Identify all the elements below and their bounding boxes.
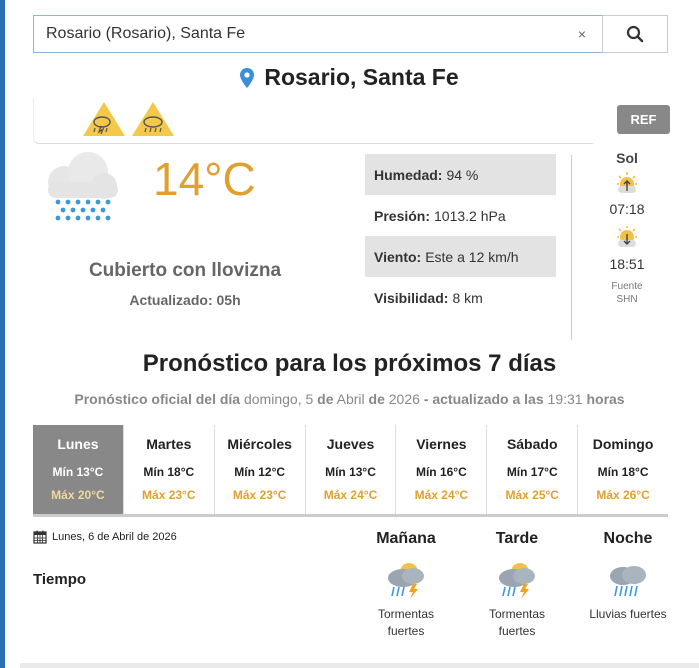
day-name: Miércoles bbox=[227, 436, 292, 452]
day-tab-sabado[interactable]: Sábado Mín 17°C Máx 25°C bbox=[487, 425, 579, 514]
stat-value: 8 km bbox=[452, 289, 483, 306]
day-tab-martes[interactable]: Martes Mín 18°C Máx 23°C bbox=[124, 425, 215, 514]
forecast-sub-hours: horas bbox=[586, 391, 625, 407]
stat-label: Visibilidad: bbox=[374, 289, 449, 306]
period-name: Tarde bbox=[495, 530, 539, 547]
search-icon bbox=[626, 25, 644, 43]
current-temperature: 14°C bbox=[153, 153, 256, 205]
day-min: Mín 17°C bbox=[506, 465, 558, 479]
day-name: Viernes bbox=[416, 436, 467, 452]
day-max: Máx 24°C bbox=[414, 488, 469, 502]
forecast-sub-updated: - actualizado a las bbox=[423, 391, 544, 407]
period-desc: fuertes bbox=[387, 624, 425, 638]
search-button[interactable] bbox=[602, 15, 668, 53]
ref-button[interactable]: REF bbox=[617, 105, 670, 134]
day-max: Máx 23°C bbox=[142, 488, 196, 502]
sunrise-time: 07:18 bbox=[609, 201, 645, 217]
day-name: Lunes bbox=[57, 436, 99, 452]
map-pin-icon bbox=[240, 67, 255, 88]
forecast-title: Pronóstico para los próximos 7 días bbox=[142, 350, 557, 377]
forecast-sub-year: 2026 bbox=[388, 391, 420, 407]
forecast-subtitle: Pronóstico oficial del día domingo, 5 de… bbox=[0, 391, 699, 407]
period-noche: Noche Lluvias fuertes bbox=[583, 530, 673, 623]
forecast-sub-de: de bbox=[317, 391, 334, 407]
day-max: Máx 23°C bbox=[232, 488, 287, 502]
left-edge-strip bbox=[0, 0, 5, 668]
bottom-band bbox=[20, 663, 699, 668]
period-tarde: Tarde Tormentas fuertes bbox=[472, 530, 562, 640]
day-name: Jueves bbox=[326, 436, 375, 452]
calendar-icon bbox=[33, 530, 47, 544]
vertical-divider bbox=[571, 155, 572, 340]
day-name: Sábado bbox=[506, 436, 558, 452]
stat-label: Presión: bbox=[374, 207, 431, 224]
day-max: Máx 24°C bbox=[323, 488, 378, 502]
alerts-bar bbox=[33, 98, 593, 144]
detail-date-text: Lunes, 6 de Abril de 2026 bbox=[52, 531, 177, 543]
storm-cloud-icon bbox=[388, 563, 424, 599]
period-desc: Tormentas bbox=[377, 607, 435, 621]
forecast-sub-de: de bbox=[368, 391, 385, 407]
stat-label: Viento: bbox=[374, 248, 422, 265]
day-min: Mín 18°C bbox=[143, 465, 195, 479]
forecast-sub-weekday: domingo, 5 bbox=[243, 391, 314, 407]
period-name: Mañana bbox=[376, 530, 436, 547]
day-min: Mín 18°C bbox=[597, 465, 649, 479]
stat-visibility: Visibilidad: 8 km bbox=[365, 277, 556, 318]
rain-alert-icon[interactable] bbox=[130, 100, 176, 138]
storm-alert-icon[interactable] bbox=[81, 100, 127, 138]
day-name: Martes bbox=[146, 436, 192, 452]
forecast-sub-time: 19:31 bbox=[547, 391, 583, 407]
sunrise-icon bbox=[617, 172, 637, 193]
stats-table: Humedad: 94 % Presión: 1013.2 hPa Viento: E… bbox=[365, 154, 556, 318]
sunset-icon bbox=[617, 226, 637, 247]
period-desc: Tormentas bbox=[488, 607, 546, 621]
stat-value: 1013.2 hPa bbox=[434, 207, 506, 224]
day-max: Máx 25°C bbox=[505, 488, 559, 502]
source-label: Fuente bbox=[611, 281, 643, 292]
sun-panel: Sol 07:18 18:51 Fuente SHN bbox=[596, 150, 658, 306]
day-tab-domingo[interactable]: Domingo Mín 18°C Máx 26°C bbox=[578, 425, 668, 514]
stat-value: Este a 12 km/h bbox=[425, 248, 519, 265]
clear-icon[interactable]: × bbox=[574, 26, 590, 42]
location-title: Rosario, Santa Fe bbox=[264, 64, 459, 90]
period-desc: Lluvias fuertes bbox=[589, 607, 667, 621]
day-min: Mín 13°C bbox=[325, 465, 376, 479]
forecast-sub-prefix: Pronóstico oficial del día bbox=[74, 391, 241, 407]
source-value: SHN bbox=[616, 294, 638, 305]
heavy-rain-cloud-icon bbox=[610, 566, 646, 597]
forecast-sub-month: Abril bbox=[336, 391, 365, 407]
forecast-days: Lunes Mín 13°C Máx 20°C Martes Mín 18°C Máx … bbox=[33, 425, 668, 517]
sunset-time: 18:51 bbox=[609, 256, 645, 272]
search-box: × bbox=[33, 15, 602, 53]
drizzle-cloud-icon bbox=[48, 152, 118, 221]
search-input[interactable] bbox=[46, 25, 574, 43]
day-min: Mín 16°C bbox=[415, 465, 467, 479]
day-max: Máx 20°C bbox=[51, 488, 105, 502]
tiempo-label: Tiempo bbox=[33, 571, 87, 588]
day-tab-lunes[interactable]: Lunes Mín 13°C Máx 20°C bbox=[33, 425, 124, 514]
updated-time: Actualizado: 05h bbox=[129, 292, 241, 308]
day-max: Máx 26°C bbox=[596, 488, 650, 502]
sun-title: Sol bbox=[616, 150, 638, 166]
storm-cloud-icon bbox=[499, 563, 535, 599]
stat-wind: Viento: Este a 12 km/h bbox=[365, 236, 556, 277]
day-min: Mín 13°C bbox=[52, 465, 104, 479]
search-bar: × bbox=[33, 15, 668, 53]
period-manana: Mañana Tormentas fuertes bbox=[361, 530, 451, 640]
stat-pressure: Presión: 1013.2 hPa bbox=[365, 195, 556, 236]
detail-date: Lunes, 6 de Abril de 2026 bbox=[33, 530, 177, 544]
day-tab-viernes[interactable]: Viernes Mín 16°C Máx 24°C bbox=[396, 425, 488, 514]
day-name: Domingo bbox=[592, 436, 654, 452]
day-min: Mín 12°C bbox=[234, 465, 286, 479]
day-tab-miercoles[interactable]: Miércoles Mín 12°C Máx 23°C bbox=[215, 425, 306, 514]
location-header: Rosario, Santa Fe bbox=[0, 64, 699, 91]
day-tab-jueves[interactable]: Jueves Mín 13°C Máx 24°C bbox=[306, 425, 397, 514]
period-name: Noche bbox=[603, 530, 653, 547]
stat-value: 94 % bbox=[446, 166, 479, 183]
stat-humidity: Humedad: 94 % bbox=[365, 154, 556, 195]
stat-label: Humedad: bbox=[374, 166, 443, 183]
current-condition: Cubierto con llovizna bbox=[88, 260, 282, 281]
period-desc: fuertes bbox=[498, 624, 536, 638]
